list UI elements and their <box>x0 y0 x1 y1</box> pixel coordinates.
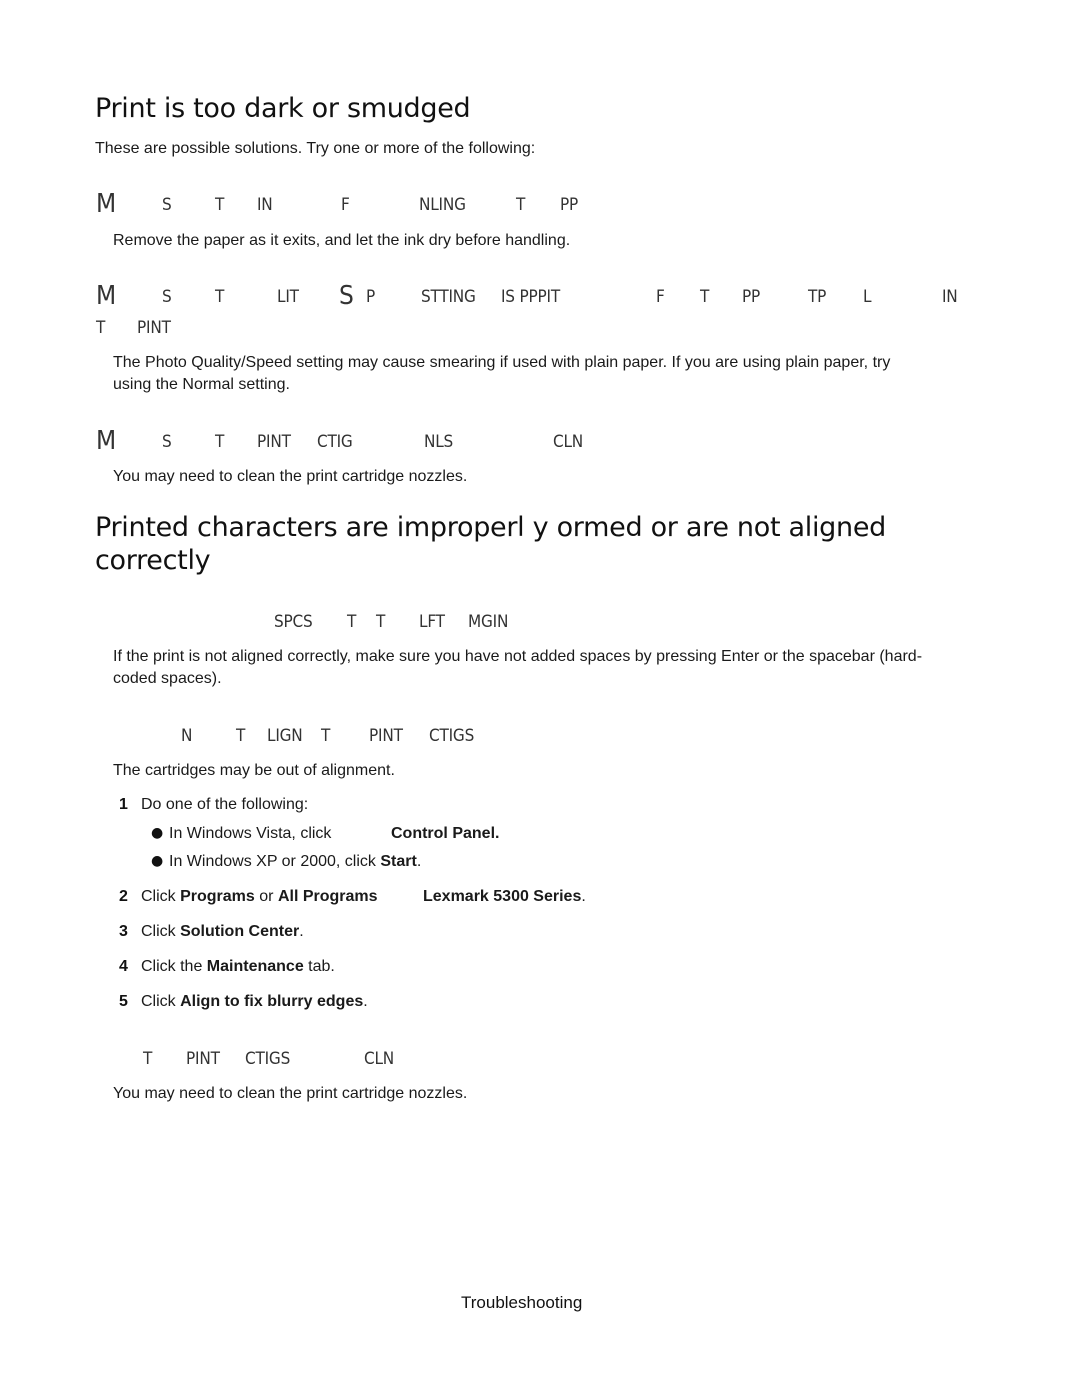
step-number: 5 <box>119 993 128 1010</box>
heading-fragment: IN <box>257 195 273 215</box>
heading-fragment: P <box>366 287 376 307</box>
heading-fragment: L <box>863 287 872 307</box>
step-number: 1 <box>119 796 128 813</box>
heading-fragment: T <box>96 318 106 338</box>
heading-fragment: NLING <box>419 195 466 215</box>
heading-fragment: MGIN <box>468 612 509 632</box>
section-title-dark-smudged: Print is too dark or smudged <box>95 93 471 124</box>
step-bold: All Programs <box>277 888 378 905</box>
solution-text-2-line2: using the Normal setting. <box>113 376 290 393</box>
step-number: 2 <box>119 888 128 905</box>
heading-fragment: T <box>215 195 225 215</box>
step-bold: Maintenance <box>206 958 304 975</box>
heading-fragment: LFT <box>419 612 445 632</box>
heading-fragment: F <box>656 287 665 307</box>
heading-fragment: T <box>215 432 225 452</box>
heading-fragment: T <box>143 1049 153 1069</box>
heading-fragment: PP <box>560 195 579 215</box>
heading-fragment: STTING <box>421 287 476 307</box>
bullet-bold: Control Panel. <box>391 825 500 842</box>
step-text: Click <box>141 888 181 905</box>
solution-text-6: You may need to clean the print cartridg… <box>113 1085 468 1102</box>
step-number: 4 <box>119 958 128 975</box>
heading-fragment: SPCS <box>274 612 313 632</box>
heading-fragment: T <box>700 287 710 307</box>
heading-fragment: IS PPPIT <box>501 287 560 307</box>
bullet-bold: Start <box>380 853 417 870</box>
section-intro: These are possible solutions. Try one or… <box>95 140 536 157</box>
section-title-misaligned-line1: Printed characters are improperl y ormed… <box>95 512 886 543</box>
heading-fragment: T <box>516 195 526 215</box>
bullet-icon: ● <box>151 853 164 869</box>
heading-fragment: M <box>96 281 116 311</box>
heading-fragment: LIGN <box>267 726 303 746</box>
solution-text-1: Remove the paper as it exits, and let th… <box>113 232 571 249</box>
step-post: tab. <box>303 958 335 975</box>
heading-fragment: T <box>376 612 386 632</box>
heading-fragment: S <box>339 281 354 311</box>
heading-fragment: S <box>162 432 172 452</box>
solution-text-2-line1: The Photo Quality/Speed setting may caus… <box>113 354 891 371</box>
step-bold: Lexmark 5300 Series <box>423 888 582 905</box>
heading-fragment: S <box>162 287 172 307</box>
step-bold: Solution Center <box>180 923 300 940</box>
step-bold: Programs <box>180 888 255 905</box>
heading-fragment: TP <box>808 287 827 307</box>
bullet-text: In Windows XP or 2000, click <box>169 853 381 870</box>
solution-text-4-line1: If the print is not aligned correctly, m… <box>113 648 923 665</box>
heading-fragment: T <box>236 726 246 746</box>
heading-fragment: PINT <box>257 432 291 452</box>
heading-fragment: T <box>347 612 357 632</box>
heading-fragment: S <box>162 195 172 215</box>
heading-fragment: CLN <box>364 1049 395 1069</box>
heading-fragment: IN <box>942 287 958 307</box>
heading-fragment: CTIGS <box>429 726 475 746</box>
step-text: or <box>254 888 278 905</box>
heading-fragment: T <box>321 726 331 746</box>
step-bold: Align to fix blurry edges <box>180 993 364 1010</box>
heading-fragment: LIT <box>277 287 299 307</box>
heading-fragment: PINT <box>369 726 403 746</box>
solution-text-4-line2: coded spaces). <box>113 670 222 687</box>
heading-fragment: CLN <box>553 432 584 452</box>
heading-fragment: PP <box>742 287 761 307</box>
heading-fragment: N <box>181 726 193 746</box>
bullet-text: In Windows Vista, click <box>169 825 332 842</box>
step-text: Click <box>141 993 181 1010</box>
step-post: . <box>363 993 368 1010</box>
solution-text-5: The cartridges may be out of alignment. <box>113 762 395 779</box>
solution-text-3: You may need to clean the print cartridg… <box>113 468 468 485</box>
step-number: 3 <box>119 923 128 940</box>
bullet-icon: ● <box>151 825 164 841</box>
heading-fragment: NLS <box>424 432 454 452</box>
heading-fragment: M <box>96 426 116 456</box>
step-text: Do one of the following: <box>141 796 309 813</box>
step-text: Click <box>141 923 181 940</box>
heading-fragment: CTIG <box>317 432 353 452</box>
heading-fragment: T <box>215 287 225 307</box>
page-footer-label: Troubleshooting <box>461 1293 583 1312</box>
heading-fragment: PINT <box>137 318 171 338</box>
step-post: . <box>581 888 586 905</box>
section-title-misaligned-line2: correctly <box>95 545 211 576</box>
heading-fragment: M <box>96 189 116 219</box>
heading-fragment: F <box>341 195 350 215</box>
heading-fragment: PINT <box>186 1049 220 1069</box>
step-text: Click the <box>141 958 207 975</box>
bullet-post: . <box>416 853 422 870</box>
heading-fragment: CTIGS <box>245 1049 291 1069</box>
step-post: . <box>299 923 304 940</box>
